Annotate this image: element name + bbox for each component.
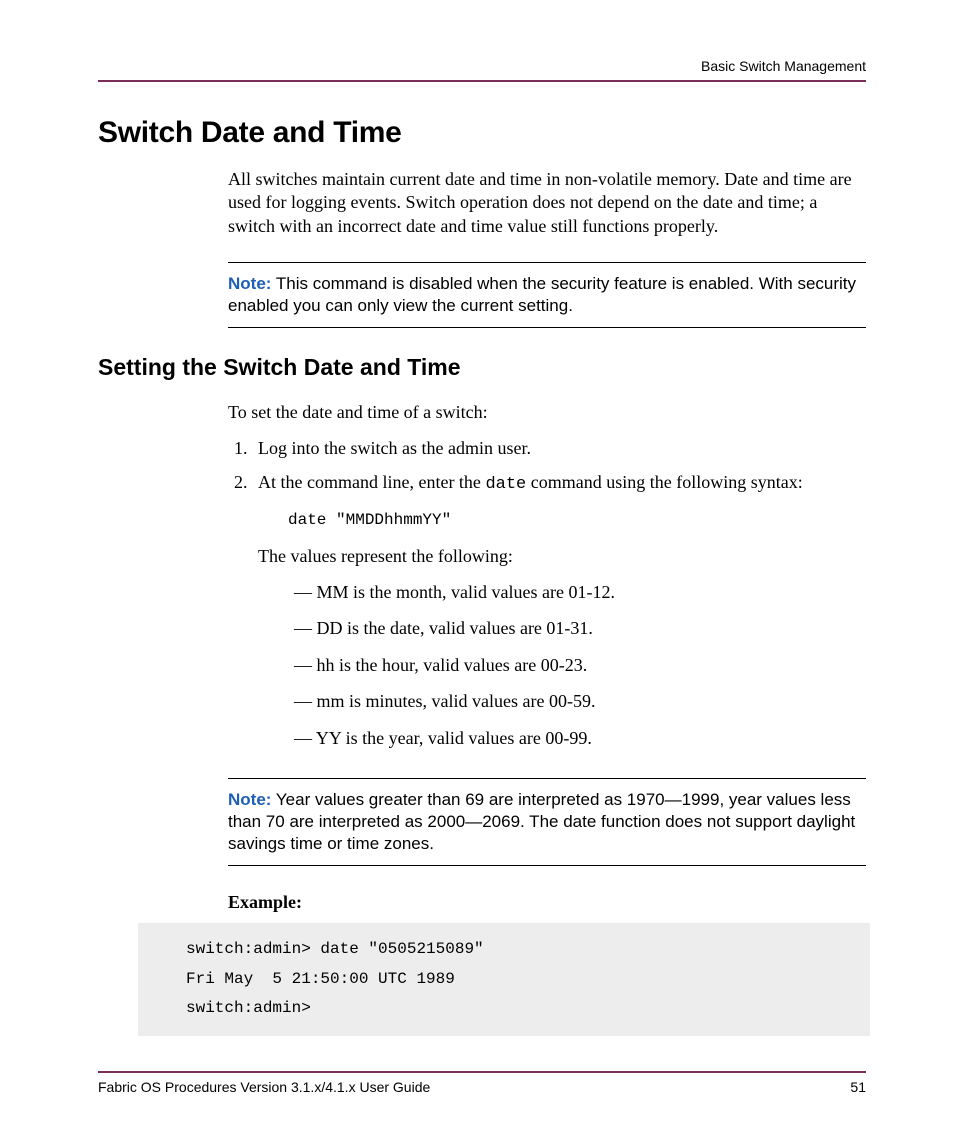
subsection-title: Setting the Switch Date and Time [98,354,866,381]
section-intro: All switches maintain current date and t… [228,168,866,238]
value-min: mm is minutes, valid values are 00-59. [288,686,866,717]
step2-pre: At the command line, enter the [258,472,485,492]
step2-cmd: date [485,475,526,494]
note1-rule-bottom [228,327,866,328]
footer-page-number: 51 [850,1079,866,1095]
note2-rule-top [228,778,866,779]
note1-label: Note: [228,274,271,293]
header-chapter: Basic Switch Management [98,58,866,74]
section-title: Switch Date and Time [98,116,866,150]
note2-label: Note: [228,790,271,809]
footer-rule [98,1071,866,1073]
steps-list: Log into the switch as the admin user. A… [252,435,866,754]
step-1: Log into the switch as the admin user. [252,435,866,463]
footer-left: Fabric OS Procedures Version 3.1.x/4.1.x… [98,1079,430,1095]
subsection-intro: To set the date and time of a switch: [228,401,866,424]
values-list: MM is the month, valid values are 01-12.… [288,577,866,754]
example-label: Example: [228,892,866,913]
step2-post: command using the following syntax: [526,472,802,492]
note2-rule-bottom [228,865,866,866]
syntax-line: date "MMDDhhmmYY" [288,508,866,533]
step-2: At the command line, enter the date comm… [252,469,866,754]
note2-text: Year values greater than 69 are interpre… [228,790,855,853]
note1-body: Note: This command is disabled when the … [228,273,866,317]
footer: Fabric OS Procedures Version 3.1.x/4.1.x… [98,1071,866,1095]
value-dd: DD is the date, valid values are 01-31. [288,613,866,644]
values-intro: The values represent the following: [258,543,866,571]
note2-body: Note: Year values greater than 69 are in… [228,789,866,855]
note1-rule-top [228,262,866,263]
value-mm: MM is the month, valid values are 01-12. [288,577,866,608]
value-yy: YY is the year, valid values are 00-99. [288,723,866,754]
example-code: switch:admin> date "0505215089" Fri May … [138,923,870,1036]
header-rule [98,80,866,82]
note1-text: This command is disabled when the securi… [228,274,856,315]
value-hh: hh is the hour, valid values are 00-23. [288,650,866,681]
